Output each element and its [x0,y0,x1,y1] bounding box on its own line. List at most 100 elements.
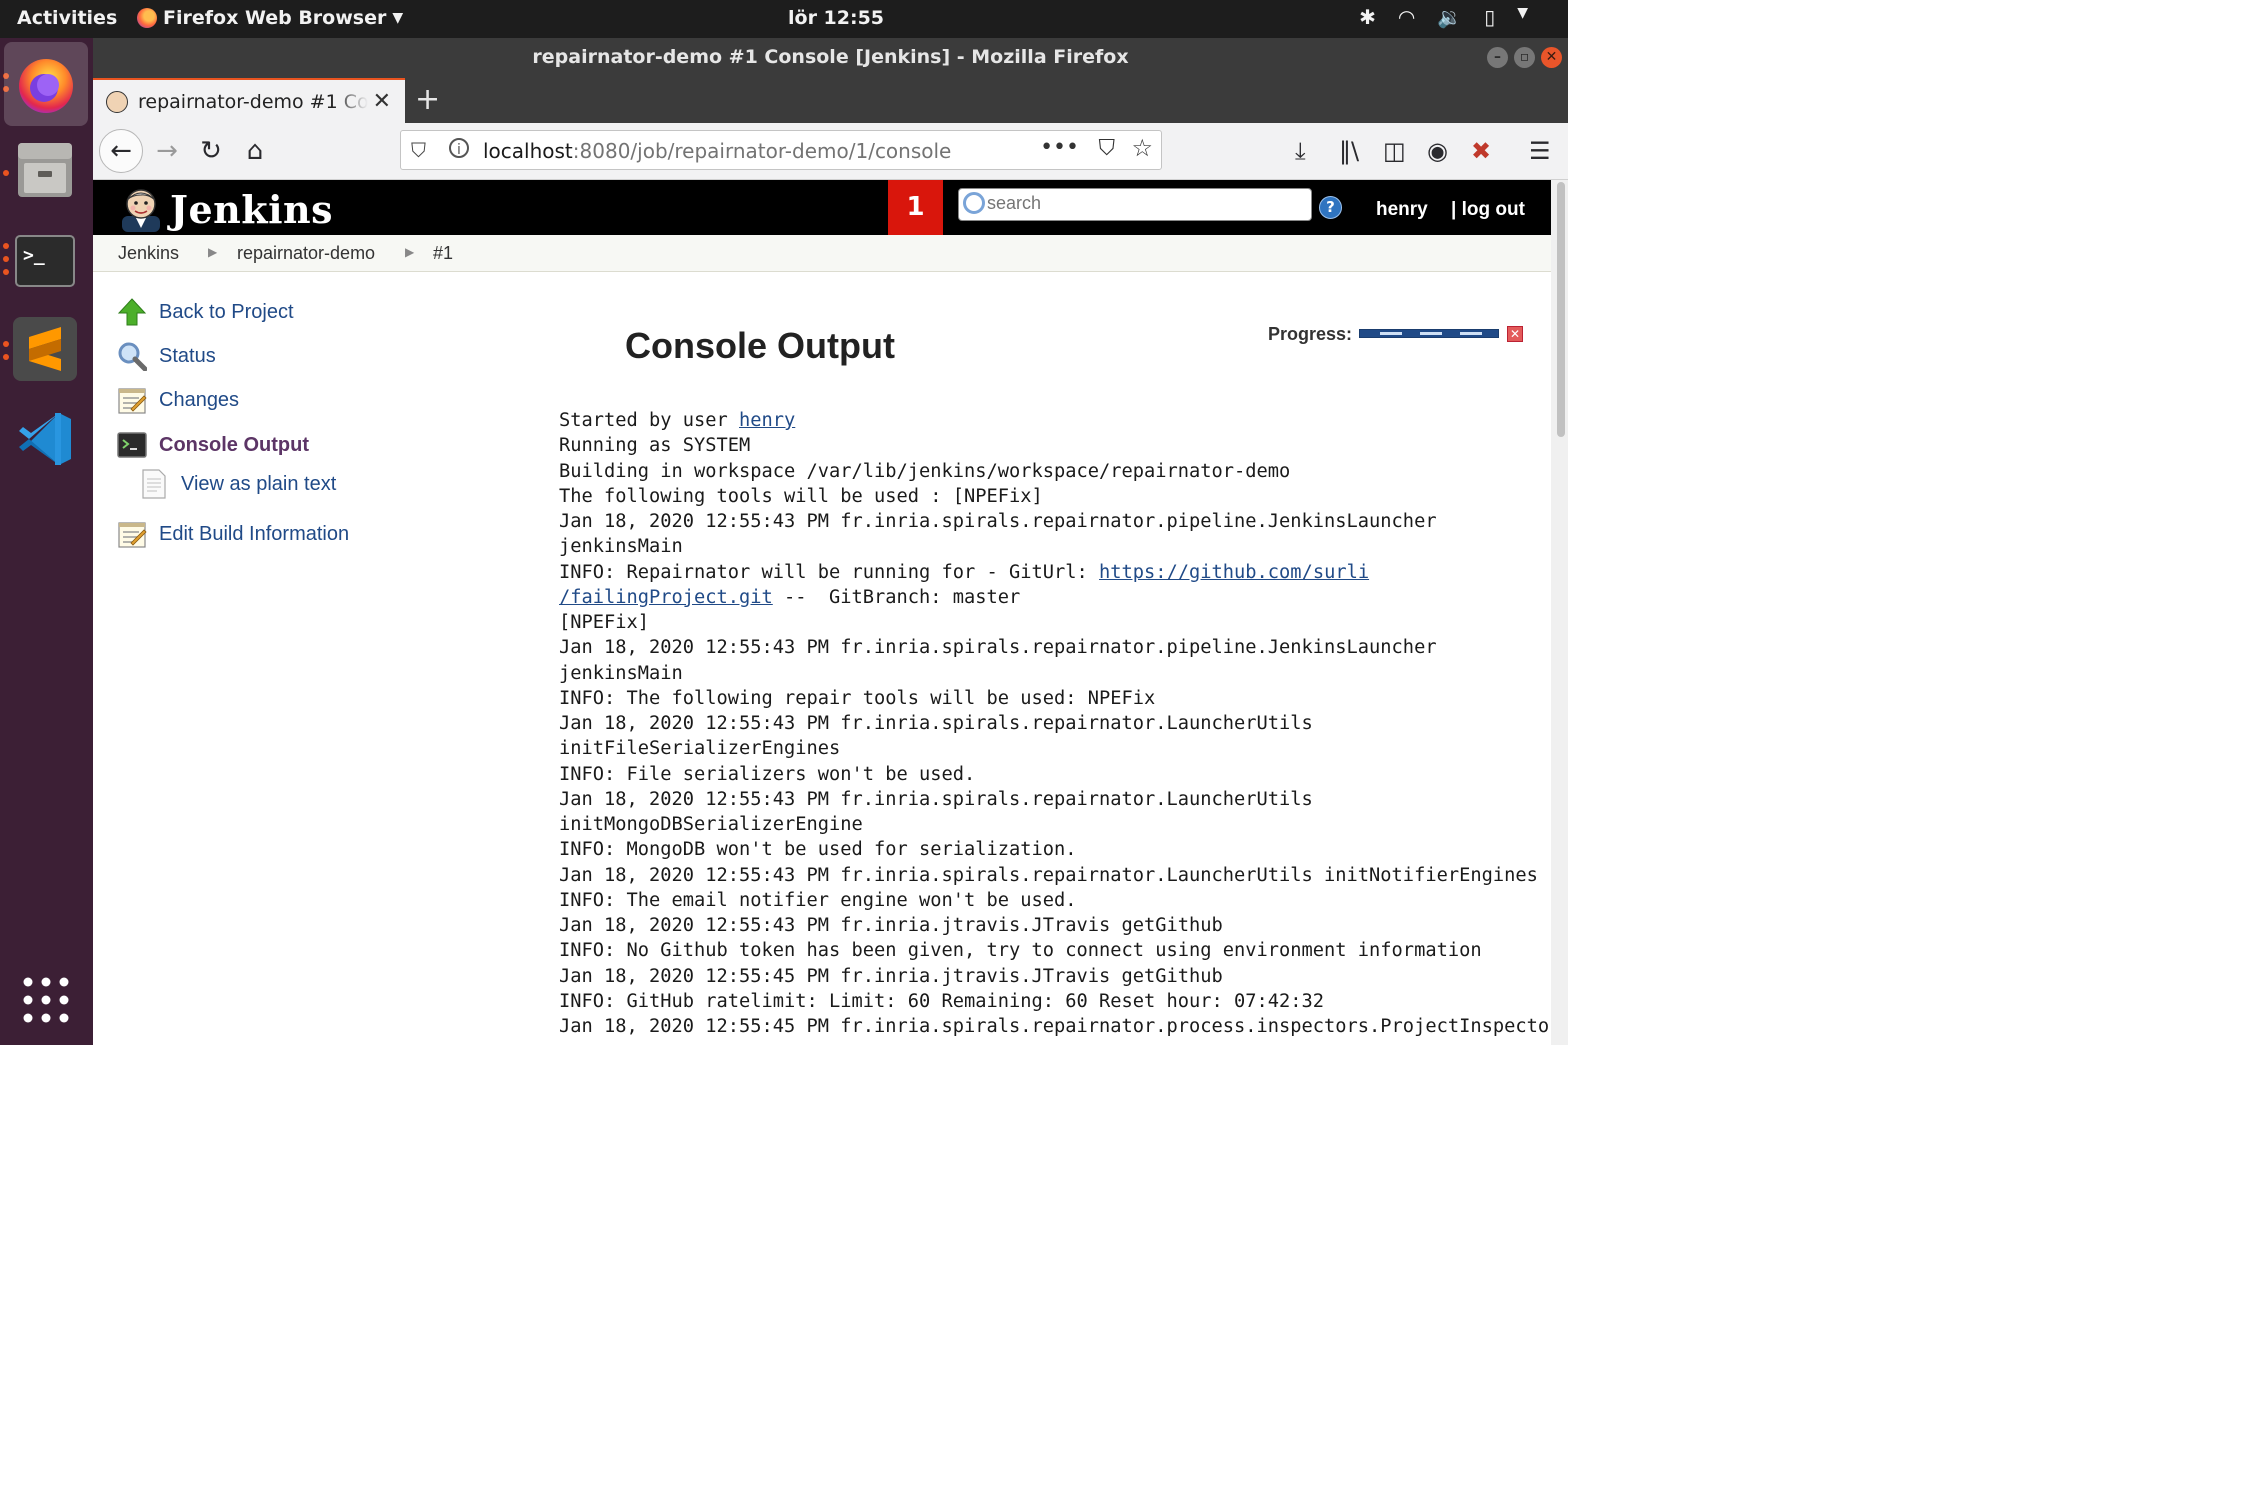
close-tab-icon[interactable]: ✕ [373,89,391,114]
notification-badge[interactable]: 1 [888,180,943,235]
logout-link[interactable]: | log out [1451,199,1525,221]
chevron-down-icon[interactable]: ▼ [1517,5,1528,29]
console-giturl-link[interactable]: https://github.com/surli [1099,562,1369,583]
page-title: Console Output [625,325,895,366]
progress-stripe [1380,332,1402,335]
extension-icon[interactable]: ✖ [1471,137,1491,165]
notepad-icon [118,522,147,548]
dock-vscode[interactable] [12,406,78,472]
breadcrumb-jenkins[interactable]: Jenkins [118,243,179,264]
running-indicator [3,341,9,347]
task-edit-build-information[interactable]: Edit Build Information [117,517,349,551]
hamburger-menu-icon[interactable]: ☰ [1529,137,1551,165]
breadcrumb: Jenkins ▶ repairnator-demo ▶ #1 [93,235,1551,272]
console-line: initMongoDBSerializerEngine [559,814,863,835]
scrollbar-thumb[interactable] [1557,182,1565,437]
breadcrumb-repairnator-demo[interactable]: repairnator-demo [237,243,375,264]
svg-text:>_: >_ [23,245,45,266]
running-indicator [3,243,9,249]
page-actions-icon[interactable]: ••• [1040,135,1079,160]
volume-icon[interactable]: 🔉 [1437,5,1462,29]
jenkins-favicon-icon [106,90,128,113]
progress-bar [1359,329,1499,338]
progress-label: Progress: [1268,324,1353,344]
minimize-button[interactable]: – [1487,47,1508,68]
downloads-icon[interactable]: ⤓ [1295,137,1306,165]
breadcrumb-build-1[interactable]: #1 [433,243,453,264]
tab-label: repairnator-demo #1 Console [Jenkins] [138,90,368,113]
battery-icon[interactable]: ▯ [1484,5,1495,29]
forward-button[interactable]: → [147,131,187,171]
url-bar[interactable]: ⛉ i localhost:8080/job/repairnator-demo/… [400,130,1162,170]
site-info-icon[interactable]: i [449,138,469,158]
console-line: initFileSerializerEngines [559,738,841,760]
app-menu-label: Firefox Web Browser [163,7,387,29]
back-button[interactable]: ← [99,129,143,173]
console-line: [NPEFix] [559,612,650,633]
wifi-icon[interactable]: ◠ [1398,5,1415,29]
dock-files[interactable] [12,136,78,202]
search-input[interactable] [985,192,1299,215]
activities-button[interactable]: Activities [17,7,117,29]
console-line: INFO: MongoDB won't be used for serializ… [559,839,1077,861]
stop-build-icon[interactable]: ✕ [1507,326,1523,342]
bluetooth-icon[interactable]: ✱ [1359,5,1376,29]
task-console-output[interactable]: Console Output [117,428,309,462]
console-line: INFO: The following repair tools will be… [559,687,1156,709]
maximize-button[interactable]: ▫ [1514,47,1535,68]
task-label: View as plain text [181,472,337,495]
task-view-plain-text[interactable]: View as plain text [139,467,336,501]
magnifier-icon [118,342,147,371]
url-text[interactable]: localhost:8080/job/repairnator-demo/1/co… [483,139,951,163]
task-status[interactable]: Status [117,339,216,373]
notepad-icon [118,388,147,414]
console-line: Jan 18, 2020 12:55:43 PM fr.inria.spiral… [559,864,1538,886]
dock-terminal[interactable]: >_ [12,228,78,294]
close-window-button[interactable]: ✕ [1541,47,1562,68]
app-menu[interactable]: Firefox Web Browser ▼ [137,7,403,29]
navigation-toolbar: ← → ↻ ⌂ ⛉ i localhost:8080/job/repairnat… [93,123,1568,180]
url-host: localhost [483,139,573,163]
system-tray[interactable]: ✱ ◠ 🔉 ▯ ▼ [1359,5,1528,29]
dock-sublime-text[interactable] [12,316,78,382]
home-button[interactable]: ⌂ [235,131,275,171]
running-indicator [3,354,9,360]
reload-button[interactable]: ↻ [191,131,231,171]
search-box[interactable] [958,188,1312,221]
running-indicator [3,170,9,176]
web-page: Jenkins 1 ? henry | log out Jenkins ▶ re… [93,180,1551,1045]
jenkins-logo[interactable]: Jenkins [118,186,333,232]
sidebar-icon[interactable]: ◫ [1383,137,1406,165]
tracking-shield-icon[interactable]: ⛉ [411,138,426,162]
sublime-text-icon [13,317,77,381]
task-label: Edit Build Information [159,522,350,545]
clock[interactable]: lör 12:55 [788,7,884,29]
document-icon [142,469,166,499]
window-titlebar[interactable]: repairnator-demo #1 Console [Jenkins] - … [93,38,1568,78]
console-giturl-link[interactable]: /failingProject.git [559,587,773,608]
console-line: INFO: No Github token has been given, tr… [559,940,1482,962]
pocket-icon[interactable]: ⛉ [1098,136,1115,161]
console-line: Jan 18, 2020 12:55:43 PM fr.inria.jtravi… [559,915,1223,936]
console-line: Jan 18, 2020 12:55:43 PM fr.inria.spiral… [559,788,1313,810]
bookmark-star-icon[interactable]: ☆ [1131,134,1153,162]
firefox-icon [19,59,73,113]
console-line: Jan 18, 2020 12:55:45 PM fr.inria.spiral… [559,1016,1551,1037]
tab-repairnator-console[interactable]: repairnator-demo #1 Console [Jenkins] ✕ [93,78,405,123]
url-path: :8080/job/repairnator-demo/1/console [572,139,952,163]
console-line: jenkinsMain [559,536,683,558]
task-changes[interactable]: Changes [117,383,239,417]
user-link[interactable]: henry [1376,199,1428,221]
task-label: Status [159,344,216,367]
window-title: repairnator-demo #1 Console [Jenkins] - … [532,46,1129,68]
account-icon[interactable]: ◉ [1427,137,1448,165]
dock-firefox[interactable] [4,42,88,126]
task-back-to-project[interactable]: Back to Project [117,295,294,329]
page-scrollbar[interactable] [1551,180,1568,1045]
new-tab-button[interactable]: + [415,82,440,117]
library-icon[interactable]: ‖\ [1339,137,1359,165]
show-applications-icon[interactable] [22,976,70,1024]
console-user-link[interactable]: henry [739,410,795,431]
help-icon[interactable]: ? [1319,196,1342,219]
console-output: Started by user henry Running as SYSTEM … [559,408,1551,1039]
